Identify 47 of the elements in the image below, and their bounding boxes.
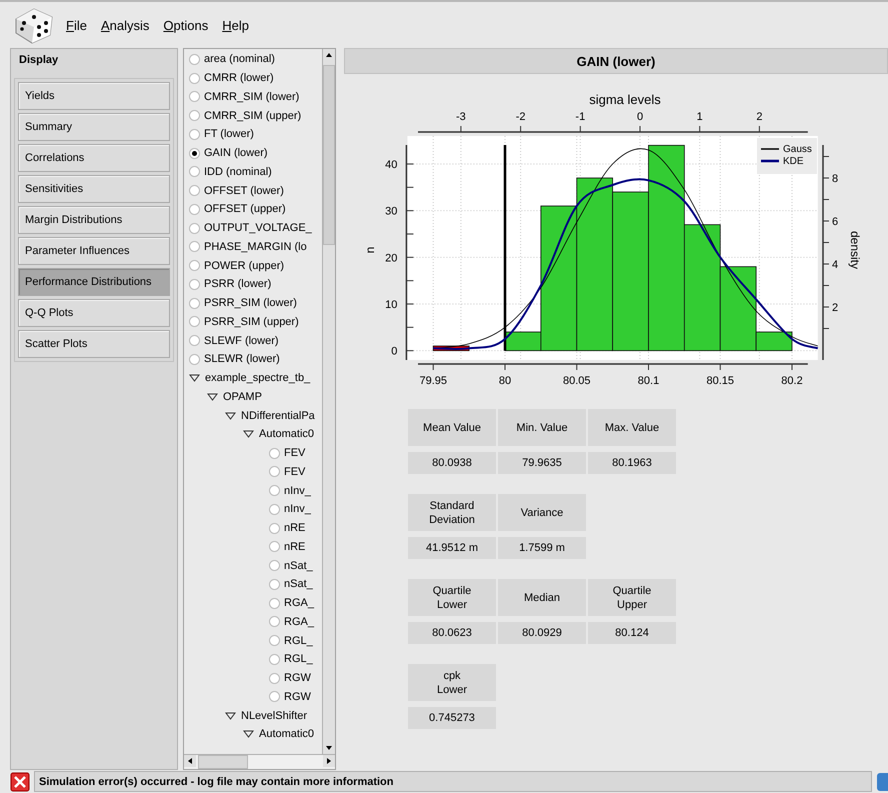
tick-label: 30 [385,206,398,218]
stat-header: Min. Value [498,409,586,446]
stat-value: 80.124 [588,622,676,644]
stat-value: 80.1963 [588,452,676,474]
stat-value: 80.0938 [408,452,496,474]
axis-title: sigma levels [589,92,661,107]
stat-value: 41.9512 m [408,537,496,559]
tick-label: 10 [385,299,398,311]
tick-label: 2 [832,302,838,314]
tick-label: 1 [696,111,703,123]
stat-header: Max. Value [588,409,676,446]
stat-value: 0.745273 [408,707,496,729]
stat-header: Median [498,579,586,616]
tick-label: 80.05 [562,375,591,387]
legend-label: KDE [783,156,804,167]
tick-label: 20 [385,252,398,264]
stat-value: 80.0623 [408,622,496,644]
stat-value: 1.7599 m [498,537,586,559]
tick-label: 80 [498,375,512,387]
axis-title: n [363,246,377,254]
stat-value: 79.9635 [498,452,586,474]
stat-header: Quartile Upper [588,579,676,616]
stat-header: Mean Value [408,409,496,446]
stat-header: Variance [498,494,586,531]
tick-label: 80.2 [781,375,803,387]
tick-label: 2 [756,111,762,123]
tick-label: 8 [832,173,838,185]
tick-label: 80.1 [638,375,660,387]
tick-label: -2 [516,111,526,123]
panel-heading: Display [18,53,60,68]
tick-label: 0 [391,346,398,358]
tick-label: 40 [385,159,398,171]
tick-label: -1 [575,111,586,123]
axis-title: density [848,230,862,270]
stat-value: 80.0929 [498,622,586,644]
stat-header: Standard Deviation [408,494,496,531]
tick-label: 6 [832,216,838,228]
tick-label: 4 [832,259,838,271]
stat-header: cpk Lower [408,664,496,701]
tick-label: 79.95 [419,375,448,387]
status-message: Simulation error(s) occurred - log file may contain more information [34,771,872,792]
panel-title: GAIN (lower) [344,48,888,74]
stat-header: Quartile Lower [408,579,496,616]
tick-label: 80.15 [706,375,734,387]
tick-label: -3 [456,111,466,123]
legend-label: Gauss [783,144,812,155]
tick-label: 0 [636,111,644,123]
